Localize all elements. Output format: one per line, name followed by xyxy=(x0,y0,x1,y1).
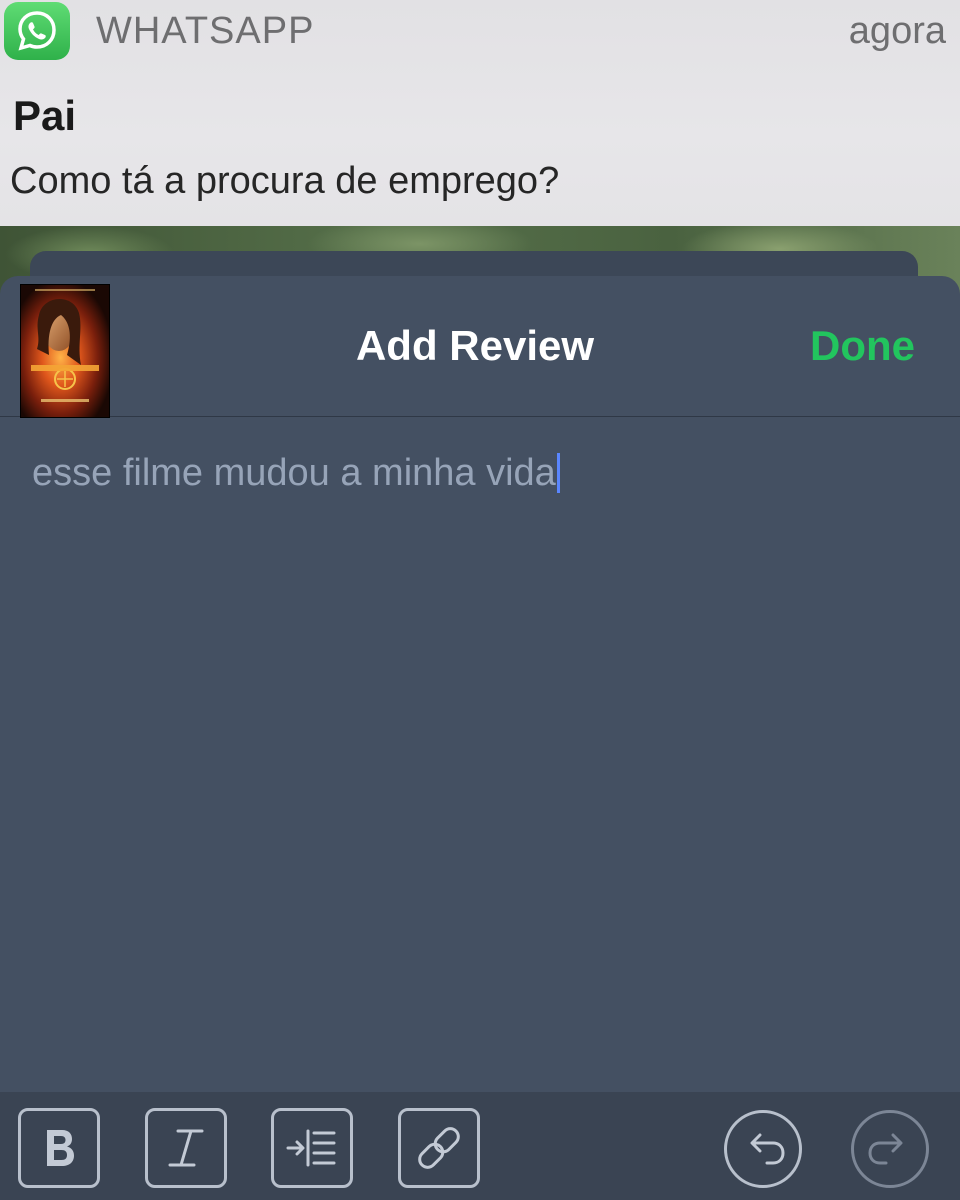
indent-icon xyxy=(286,1129,336,1167)
indent-button[interactable] xyxy=(271,1108,353,1188)
review-text-input[interactable]: esse filme mudou a minha vida xyxy=(32,452,560,495)
bold-icon xyxy=(47,1130,74,1166)
link-button[interactable] xyxy=(398,1108,480,1188)
italic-button[interactable] xyxy=(145,1108,227,1188)
sheet-title: Add Review xyxy=(355,322,595,369)
notification-time: agora xyxy=(848,10,946,52)
notification-banner[interactable]: WHATSAPP agora Pai Como tá a procura de … xyxy=(0,0,960,226)
notification-message: Como tá a procura de emprego? xyxy=(10,160,560,202)
whatsapp-icon xyxy=(4,2,70,60)
review-text-content: esse filme mudou a minha vida xyxy=(32,452,556,494)
notification-sender: Pai xyxy=(13,92,77,139)
formatting-toolbar xyxy=(0,1092,960,1200)
notification-app-name: WHATSAPP xyxy=(96,10,315,52)
redo-icon xyxy=(868,1133,903,1165)
italic-icon xyxy=(168,1129,204,1167)
done-button[interactable]: Done xyxy=(810,322,915,370)
undo-button[interactable] xyxy=(724,1110,802,1188)
bold-button[interactable] xyxy=(18,1108,100,1188)
redo-button[interactable] xyxy=(851,1110,929,1188)
add-review-sheet: Add Review Done esse filme mudou a minha… xyxy=(0,276,960,1200)
undo-icon xyxy=(750,1133,785,1165)
sheet-header: Add Review Done xyxy=(0,276,960,418)
text-cursor xyxy=(556,453,560,493)
link-icon xyxy=(418,1127,460,1169)
